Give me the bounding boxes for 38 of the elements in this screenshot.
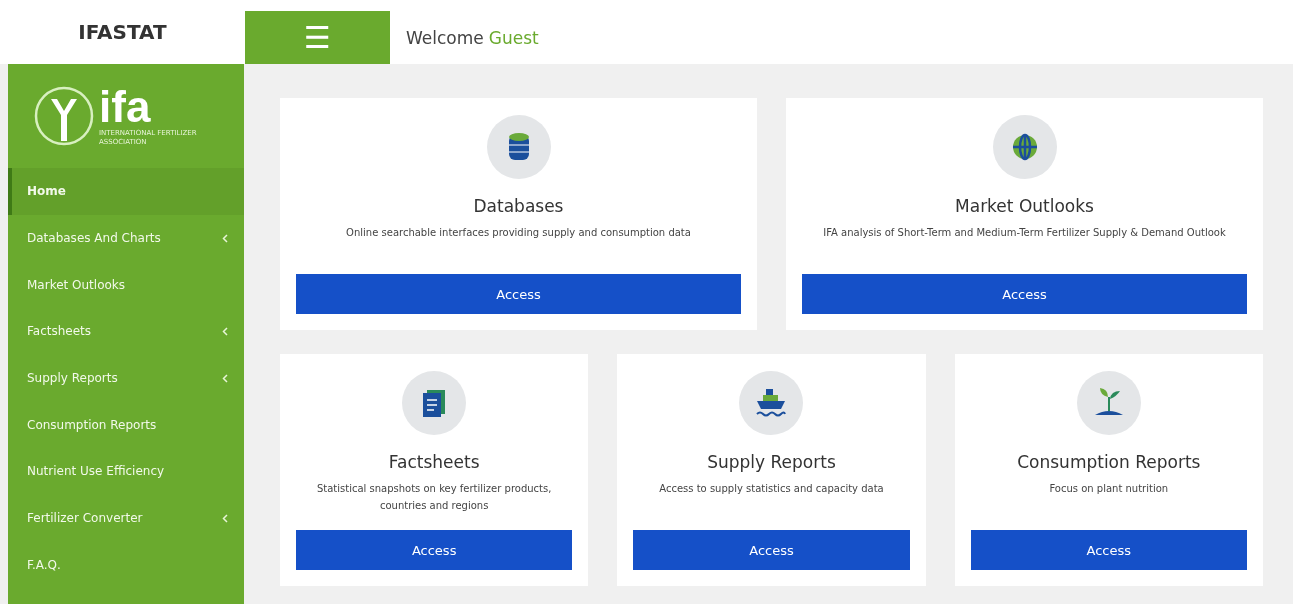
card-icon xyxy=(402,371,467,435)
logo-icon xyxy=(33,85,95,147)
sidebar-item[interactable]: Nutrient Use Efficiency xyxy=(8,448,244,495)
card-description: Online searchable interfaces providing supply and consumption data xyxy=(346,226,691,240)
card-title: Factsheets xyxy=(388,452,480,472)
access-button[interactable]: Access xyxy=(970,530,1247,570)
sidebar-item[interactable]: Consumption Reports xyxy=(8,401,244,449)
card-title: Consumption Reports xyxy=(1017,452,1201,472)
chevron-icon xyxy=(222,513,228,523)
sidebar-item[interactable]: F.A.Q. xyxy=(8,541,244,589)
brand-title: IFASTAT xyxy=(77,19,168,46)
sidebar-item[interactable]: Home xyxy=(8,168,244,215)
menu-button[interactable]: ☰ xyxy=(245,11,390,64)
card-description: Focus on plant nutrition xyxy=(1049,482,1169,496)
chevron-icon xyxy=(222,373,228,383)
sidebar-item[interactable]: Factsheets xyxy=(8,308,244,355)
access-button[interactable]: Access xyxy=(296,274,741,314)
logo-name: ifa xyxy=(99,85,151,129)
card-description: Statistical snapshots on key fertilizer products, countries and regions xyxy=(315,482,553,513)
card-description: IFA analysis of Short-Term and Medium-Term Fertilizer Supply & Demand Outlook xyxy=(823,226,1226,240)
sidebar-item[interactable]: Supply Reports xyxy=(8,354,244,402)
sidebar-item[interactable]: Market Outlooks xyxy=(8,261,244,309)
chevron-icon xyxy=(222,233,228,243)
access-button[interactable]: Access xyxy=(802,274,1247,314)
sidebar-item[interactable]: Databases And Charts xyxy=(8,214,244,262)
card-icon xyxy=(992,115,1057,179)
sidebar-item[interactable]: Fertilizer Converter xyxy=(8,494,244,542)
welcome-text: Welcome Guest xyxy=(405,26,539,50)
card-description: Access to supply statistics and capacity data xyxy=(659,482,884,496)
chevron-icon xyxy=(222,326,228,336)
access-button[interactable]: Access xyxy=(633,530,910,570)
access-button[interactable]: Access xyxy=(296,530,573,570)
card-icon xyxy=(1076,371,1141,435)
card-title: Market Outlooks xyxy=(955,196,1094,216)
card-title: Supply Reports xyxy=(707,452,836,472)
card-title: Databases xyxy=(473,196,564,216)
card-icon xyxy=(739,371,804,435)
card-icon xyxy=(486,115,551,179)
